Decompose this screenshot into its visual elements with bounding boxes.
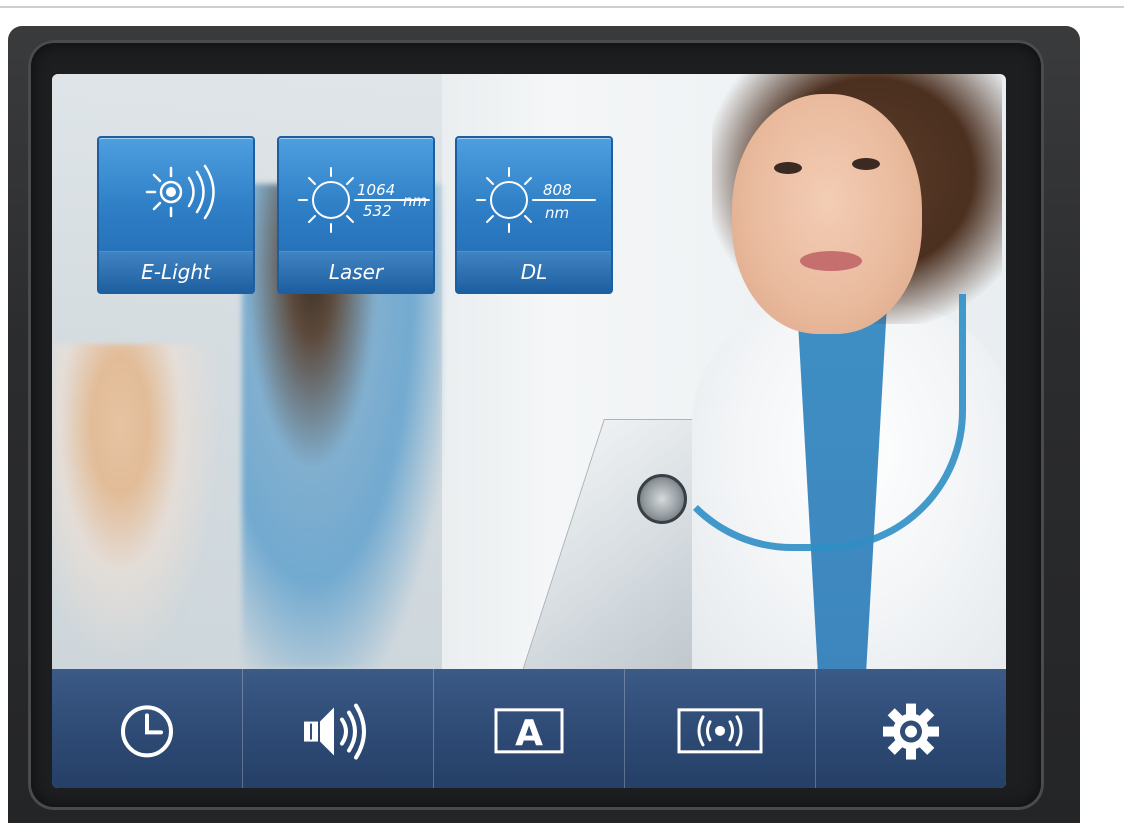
dl-unit: nm [545, 204, 569, 222]
doctor-eye-left [774, 162, 802, 174]
mode-tile-dl[interactable]: 808 nm DL [455, 136, 613, 294]
laser-unit: nm [403, 192, 427, 210]
doctor-eye-right [852, 158, 880, 170]
settings-button[interactable] [816, 669, 1006, 788]
background-patient-image [52, 344, 222, 669]
stethoscope-head-image [637, 474, 687, 524]
stethoscope-tube-image [652, 294, 966, 551]
signal-button[interactable] [625, 669, 816, 788]
language-button[interactable]: A [434, 669, 625, 788]
touch-screen: E-Light 1064 532 nm Laser 808 nm DL A [52, 74, 1006, 788]
clock-button[interactable] [52, 669, 243, 788]
page-top-rule [0, 6, 1124, 8]
laser-wavelength-bottom: 532 [363, 202, 392, 220]
language-letter: A [515, 712, 543, 753]
laser-sun-icon: 1064 532 nm [279, 138, 433, 250]
mode-tile-laser[interactable]: 1064 532 nm Laser [277, 136, 435, 294]
mode-label: DL [457, 251, 611, 292]
bottom-toolbar: A [52, 669, 1006, 788]
mode-label: E-Light [99, 251, 253, 292]
diode-laser-sun-icon: 808 nm [457, 138, 611, 250]
light-emitter-icon [99, 138, 253, 250]
mode-tile-e-light[interactable]: E-Light [97, 136, 255, 294]
mode-label: Laser [279, 251, 433, 292]
laser-wavelength-top: 1064 [357, 181, 395, 199]
sound-button[interactable] [243, 669, 434, 788]
dl-wavelength: 808 [543, 181, 572, 199]
doctor-lips [800, 251, 862, 271]
